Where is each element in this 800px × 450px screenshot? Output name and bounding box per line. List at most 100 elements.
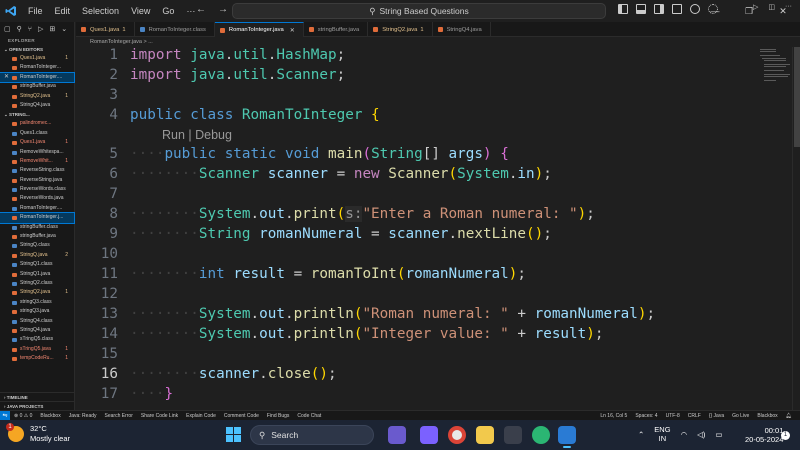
- file-tree-item[interactable]: ReverseString.class: [0, 166, 74, 175]
- chrome-icon[interactable]: [448, 426, 466, 444]
- minimize-icon[interactable]: —: [698, 0, 732, 22]
- wifi-icon[interactable]: ◠: [681, 430, 688, 439]
- status-java-ready[interactable]: Java: Ready: [65, 413, 101, 419]
- menu-file[interactable]: File: [22, 6, 49, 16]
- zoom-meetings-icon[interactable]: [420, 426, 438, 444]
- editor-tab[interactable]: Ques1.java 1: [76, 22, 135, 37]
- code-editor[interactable]: 1 import java.util.HashMap; 2 import java.…: [76, 47, 792, 410]
- toggle-secondary-sidebar-icon[interactable]: [654, 4, 664, 14]
- status-go-live[interactable]: Go Live: [728, 413, 753, 419]
- file-tree-item[interactable]: stringQ3.java: [0, 307, 74, 316]
- open-editor-item[interactable]: stringBuffer.java: [0, 82, 74, 91]
- open-editor-item[interactable]: RomanToInteger...: [0, 63, 74, 72]
- tab-close-icon[interactable]: ✕: [290, 27, 295, 34]
- file-tree-item[interactable]: StringQ4.class: [0, 317, 74, 326]
- file-tree-item[interactable]: StringQ.class: [0, 241, 74, 250]
- file-tree-item[interactable]: RemoveWhit... 1: [0, 157, 74, 166]
- source-control-icon[interactable]: ⑂: [28, 26, 32, 33]
- extensions-icon[interactable]: ⊞: [49, 25, 55, 33]
- status-indentation[interactable]: Spaces: 4: [631, 413, 661, 419]
- problems-indicator[interactable]: ⊗ 0 ⚠ 0: [10, 413, 36, 419]
- status-blackbox[interactable]: Blackbox: [36, 413, 64, 419]
- file-tree-item[interactable]: RemoveWhitespa...: [0, 148, 74, 157]
- language-indicator[interactable]: ENG IN: [654, 425, 670, 443]
- editor-tab[interactable]: RomanToInteger.class: [135, 22, 215, 37]
- task-view-icon[interactable]: [388, 426, 406, 444]
- status-share-code-link[interactable]: Share Code Link: [137, 413, 182, 419]
- breadcrumb[interactable]: RomanToInteger.java > ...: [76, 37, 153, 47]
- taskbar-search[interactable]: ⚲ Search: [250, 425, 374, 445]
- menu-view[interactable]: View: [125, 6, 156, 16]
- remote-indicator-icon[interactable]: ⇋: [0, 410, 10, 421]
- weather-widget[interactable]: 1 32°C Mostly clear: [6, 423, 70, 444]
- file-tree-item[interactable]: RomanToInteger.j...: [0, 212, 75, 224]
- file-tree-item[interactable]: StringQ1.java: [0, 270, 74, 279]
- open-editor-item[interactable]: ✕ RomanToInteger....: [0, 71, 75, 84]
- folder-header[interactable]: ⌄ STRING...: [0, 110, 74, 119]
- show-hidden-icons-icon[interactable]: ⌃: [638, 430, 644, 439]
- status-cursor-position[interactable]: Ln 16, Col 5: [596, 413, 631, 419]
- status-encoding[interactable]: UTF-8: [662, 413, 684, 419]
- open-editors-header[interactable]: ⌄ OPEN EDITORS: [0, 45, 74, 54]
- editor-tab[interactable]: RomanToInteger.java ✕: [214, 22, 304, 37]
- status-code-chat[interactable]: Code Chat: [293, 413, 325, 419]
- editor-tab[interactable]: StringQ2.java 1: [368, 22, 433, 37]
- customize-layout-icon[interactable]: [672, 4, 682, 14]
- editor-tab[interactable]: stringBuffer.java: [304, 22, 369, 37]
- menu-edit[interactable]: Edit: [49, 6, 77, 16]
- editor-tab[interactable]: StringQ4.java: [433, 22, 491, 37]
- menu-selection[interactable]: Selection: [76, 6, 125, 16]
- close-editor-icon[interactable]: ✕: [4, 73, 9, 82]
- file-tree-item[interactable]: ReverseWords.class: [0, 185, 74, 194]
- file-tree-item[interactable]: palindromec...: [0, 119, 74, 128]
- command-center-search[interactable]: ⚲ String Based Questions: [232, 3, 606, 19]
- status-find-bugs[interactable]: Find Bugs: [263, 413, 294, 419]
- more-actions-icon[interactable]: ···: [785, 3, 792, 11]
- more-views-icon[interactable]: ⌄: [61, 25, 67, 33]
- system-clock[interactable]: 00:01 20-05-2024: [745, 426, 783, 444]
- file-tree-item[interactable]: RomanToInteger....: [0, 204, 74, 213]
- toggle-panel-icon[interactable]: [636, 4, 646, 14]
- file-tree-item[interactable]: sTringQ5.class: [0, 335, 74, 344]
- file-tree-item[interactable]: Ques1.class: [0, 129, 74, 138]
- status-blackbox-right[interactable]: Blackbox: [753, 413, 781, 419]
- file-tree-item[interactable]: Ques1.java 1: [0, 138, 74, 147]
- file-tree-item[interactable]: stringBuffer.java: [0, 232, 74, 241]
- run-debug-codelens[interactable]: Run | Debug: [162, 128, 232, 142]
- split-editor-icon[interactable]: ◫: [768, 3, 775, 11]
- editor-scrollbar[interactable]: [792, 47, 800, 410]
- run-debug-icon[interactable]: ▷: [38, 25, 43, 33]
- notifications-bell-icon[interactable]: 🔔︎: [782, 413, 796, 419]
- file-tree-item[interactable]: ReverseString.java: [0, 176, 74, 185]
- file-tree-item[interactable]: StringQ.java 2: [0, 251, 74, 260]
- java-projects-section[interactable]: › JAVA PROJECTS: [0, 401, 75, 410]
- file-tree-item[interactable]: sTringQ5.java 1: [0, 345, 74, 354]
- volume-icon[interactable]: ◁): [697, 430, 705, 439]
- run-icon[interactable]: ▷: [753, 3, 758, 11]
- battery-icon[interactable]: ▭: [715, 430, 722, 439]
- file-tree-item[interactable]: StringQ4.java: [0, 326, 74, 335]
- status-language[interactable]: {} Java: [705, 413, 728, 419]
- status-comment-code[interactable]: Comment Code: [220, 413, 263, 419]
- toggle-sidebar-icon[interactable]: [618, 4, 628, 14]
- file-tree-item[interactable]: tempCodeRu... 1: [0, 354, 74, 363]
- status-search-error[interactable]: Search Error: [101, 413, 137, 419]
- status-explain-code[interactable]: Explain Code: [182, 413, 220, 419]
- edge-icon[interactable]: [532, 426, 550, 444]
- file-tree-item[interactable]: stringQ3.class: [0, 298, 74, 307]
- open-editor-item[interactable]: StringQ2.java 1: [0, 92, 74, 101]
- microsoft-store-icon[interactable]: [504, 426, 522, 444]
- open-editor-item[interactable]: StringQ4.java: [0, 101, 74, 110]
- back-arrow-icon[interactable]: ←: [196, 4, 206, 15]
- file-tree-item[interactable]: ReverseWords.java: [0, 194, 74, 203]
- open-editor-item[interactable]: Ques1.java 1: [0, 54, 74, 63]
- minimap[interactable]: [756, 47, 792, 117]
- scrollbar-thumb[interactable]: [794, 47, 800, 147]
- forward-arrow-icon[interactable]: →: [218, 4, 228, 15]
- timeline-section[interactable]: › TIMELINE: [0, 392, 75, 401]
- vscode-taskbar-icon[interactable]: [558, 426, 576, 448]
- file-tree-item[interactable]: StringQ1.class: [0, 260, 74, 269]
- file-explorer-icon[interactable]: [476, 426, 494, 444]
- windows-start-icon[interactable]: [226, 427, 241, 442]
- explorer-files-icon[interactable]: ▢: [4, 25, 11, 33]
